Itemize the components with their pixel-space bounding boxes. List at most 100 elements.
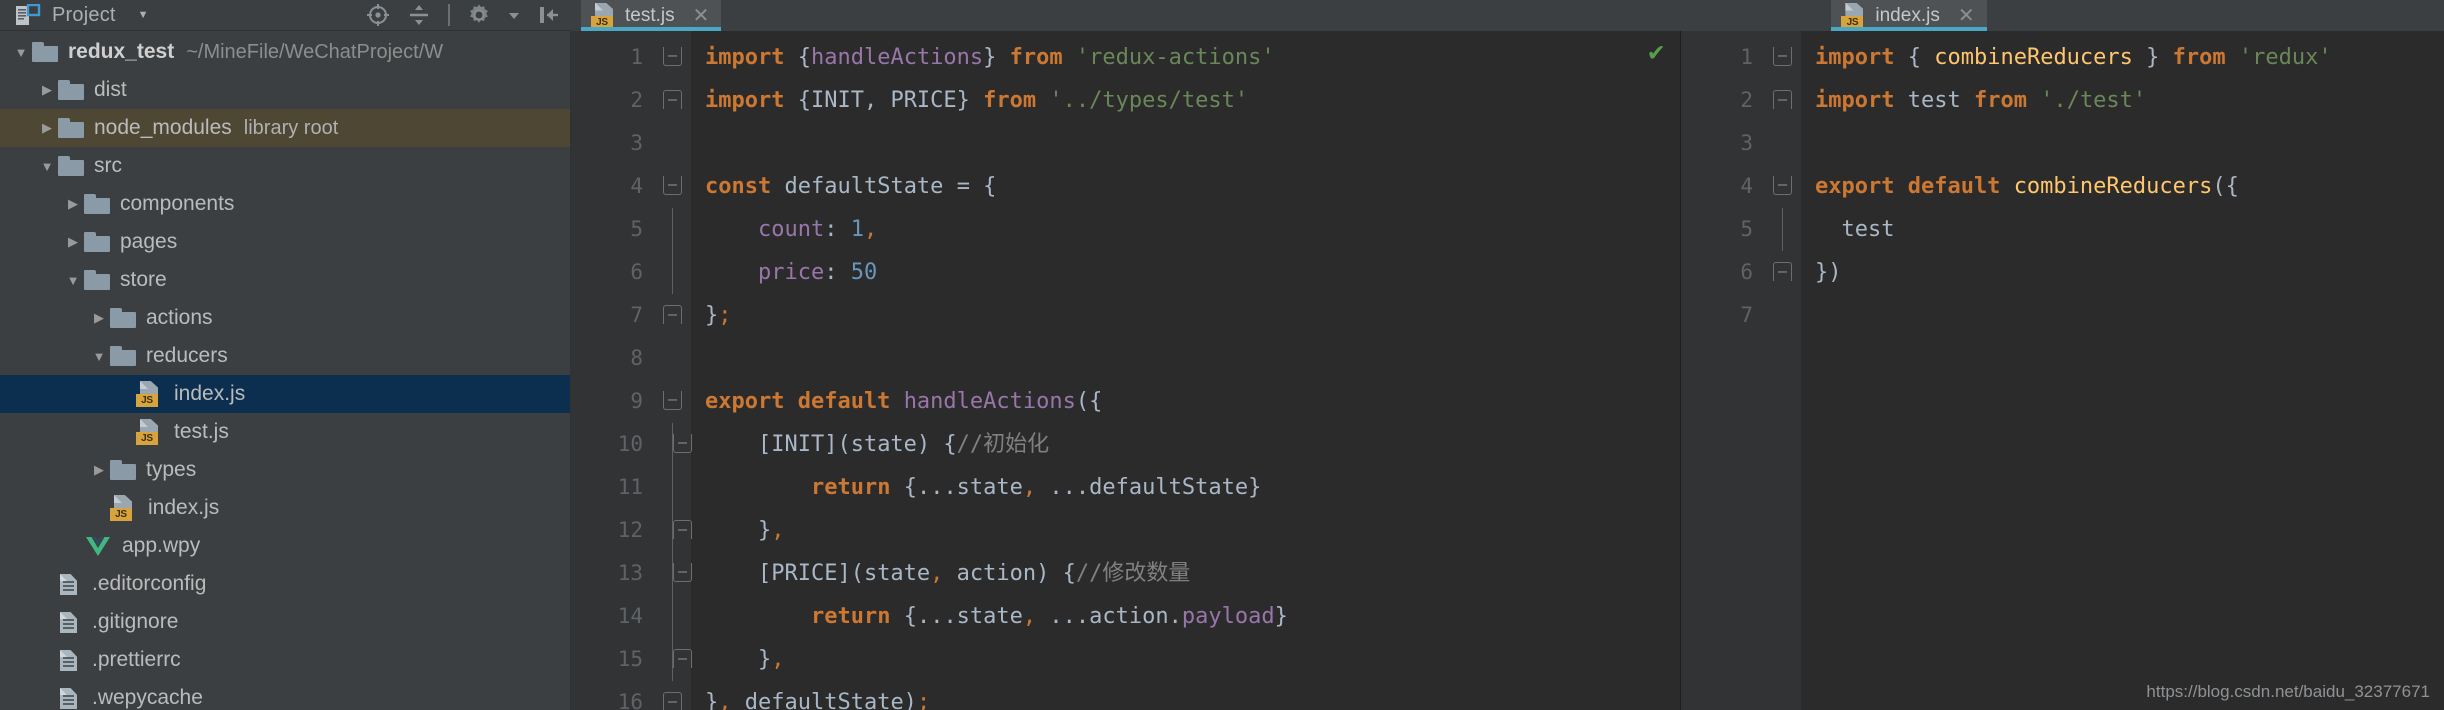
line-number: 7: [630, 303, 643, 327]
folder-icon: [84, 194, 110, 214]
tree-row-reducers[interactable]: ▼ reducers: [0, 337, 570, 375]
code-folding-gutter-left[interactable]: – – – – – – – – – –: [657, 31, 692, 710]
tab-index-js[interactable]: JS index.js ✕: [1831, 0, 1987, 31]
tree-item-label: index.js: [174, 382, 246, 405]
fold-marker-icon[interactable]: –: [663, 391, 682, 410]
js-file-icon: JS: [136, 381, 162, 407]
tree-item-label: store: [120, 268, 167, 291]
project-tree[interactable]: ▼ redux_test ~/MineFile/WeChatProject/W …: [0, 31, 571, 710]
tree-row-wepycache[interactable]: .wepycache: [0, 679, 570, 710]
tree-row-reducers-index-js[interactable]: JS index.js: [0, 375, 570, 413]
line-number-gutter-right: 1 2 3 4 5 6 7: [1681, 31, 1767, 710]
fold-marker-icon[interactable]: –: [673, 434, 692, 453]
code-line: import {handleActions} from 'redux-actio…: [705, 45, 1275, 70]
fold-marker-icon[interactable]: –: [1773, 90, 1792, 109]
line-number: 1: [1740, 45, 1753, 69]
chevron-right-icon[interactable]: ▶: [88, 462, 110, 478]
editor-index-js[interactable]: 1 2 3 4 5 6 7 – – – – import {combineRe…: [1681, 31, 2444, 710]
tree-row-actions[interactable]: ▶ actions: [0, 299, 570, 337]
settings-gear-icon[interactable]: [467, 3, 491, 27]
tree-row-editorconfig[interactable]: .editorconfig: [0, 565, 570, 603]
folder-icon: [110, 346, 136, 366]
tree-item-label: pages: [120, 230, 178, 253]
line-number: 2: [630, 88, 643, 112]
tree-row-types[interactable]: ▶ types: [0, 451, 570, 489]
line-number: 3: [630, 131, 643, 155]
fold-guide-line: [672, 595, 673, 638]
folder-icon: [84, 232, 110, 252]
tab-test-js[interactable]: JS test.js ✕: [581, 0, 722, 31]
tree-row-dist[interactable]: ▶ dist: [0, 71, 570, 109]
tree-row-node-modules[interactable]: ▶ node_modules library root: [0, 109, 570, 147]
tree-row-store[interactable]: ▼ store: [0, 261, 570, 299]
locate-icon[interactable]: [366, 3, 390, 27]
tree-row-src[interactable]: ▼ src: [0, 147, 570, 185]
fold-marker-icon[interactable]: –: [663, 90, 682, 109]
folder-icon: [32, 42, 58, 62]
hide-panel-icon[interactable]: [537, 3, 561, 27]
code-folding-gutter-right[interactable]: – – – –: [1767, 31, 1801, 710]
dropdown-caret-icon[interactable]: ▼: [138, 9, 149, 21]
folder-icon: [84, 270, 110, 290]
fold-marker-icon[interactable]: –: [663, 692, 682, 710]
tree-row-prettierrc[interactable]: .prettierrc: [0, 641, 570, 679]
gear-caret-icon[interactable]: [508, 3, 520, 27]
code-line: price: 50: [757, 260, 878, 285]
code-line: },: [757, 647, 785, 672]
tree-row-store-index-js[interactable]: JS index.js: [0, 489, 570, 527]
tree-row-components[interactable]: ▶ components: [0, 185, 570, 223]
chevron-right-icon[interactable]: ▶: [62, 196, 84, 212]
close-icon[interactable]: ✕: [693, 6, 710, 26]
tree-row-app-wpy[interactable]: app.wpy: [0, 527, 570, 565]
code-content-left[interactable]: import {handleActions} from 'redux-actio…: [691, 31, 1680, 710]
editor-test-js[interactable]: 1 2 3 4 5 6 7 8 9 10 11 12 13 14 15 16 –…: [571, 31, 1681, 710]
checkmark-icon: ✔: [1648, 37, 1664, 67]
project-panel-toolbar: Project ▼: [0, 0, 571, 31]
fold-marker-icon[interactable]: –: [673, 563, 692, 582]
collapse-all-icon[interactable]: [407, 3, 431, 27]
toolbar-divider: [448, 4, 450, 26]
text-file-icon: [58, 572, 80, 596]
close-icon[interactable]: ✕: [1958, 6, 1975, 26]
folder-icon: [110, 460, 136, 480]
line-number: 10: [617, 432, 643, 456]
fold-marker-icon[interactable]: –: [673, 649, 692, 668]
tree-row-pages[interactable]: ▶ pages: [0, 223, 570, 261]
js-file-icon: JS: [136, 419, 162, 445]
chevron-down-icon[interactable]: ▼: [10, 45, 32, 60]
chevron-down-icon[interactable]: ▼: [62, 273, 84, 288]
watermark-text: https://blog.csdn.net/baidu_32377671: [2146, 682, 2430, 701]
code-content-right[interactable]: import { combineReducers } from 'redux' …: [1801, 31, 2444, 710]
tree-item-label: index.js: [148, 496, 220, 519]
chevron-right-icon[interactable]: ▶: [36, 82, 58, 98]
line-number: 4: [630, 174, 643, 198]
fold-marker-icon[interactable]: –: [1773, 262, 1792, 281]
chevron-down-icon[interactable]: ▼: [88, 349, 110, 364]
fold-marker-icon[interactable]: –: [663, 176, 682, 195]
code-line: };: [705, 303, 732, 328]
chevron-right-icon[interactable]: ▶: [62, 234, 84, 250]
fold-marker-icon[interactable]: –: [663, 305, 682, 324]
chevron-right-icon[interactable]: ▶: [88, 310, 110, 326]
project-panel-title: Project: [52, 3, 116, 26]
main-body: ▼ redux_test ~/MineFile/WeChatProject/W …: [0, 31, 2444, 710]
folder-icon: [58, 80, 84, 100]
tree-item-label: test.js: [174, 420, 229, 443]
fold-marker-icon[interactable]: –: [1773, 176, 1792, 195]
tree-row-reducers-test-js[interactable]: JS test.js: [0, 413, 570, 451]
fold-marker-icon[interactable]: –: [673, 520, 692, 539]
tree-row-gitignore[interactable]: .gitignore: [0, 603, 570, 641]
tree-row-redux-test[interactable]: ▼ redux_test ~/MineFile/WeChatProject/W: [0, 33, 570, 71]
fold-guide-line: [672, 208, 673, 251]
chevron-right-icon[interactable]: ▶: [36, 120, 58, 136]
fold-marker-icon[interactable]: –: [663, 47, 682, 66]
fold-marker-icon[interactable]: –: [1773, 47, 1792, 66]
code-line: const defaultState = {: [705, 174, 997, 199]
chevron-down-icon[interactable]: ▼: [36, 159, 58, 174]
code-line: test: [1841, 217, 1895, 242]
folder-icon: [110, 308, 136, 328]
line-number: 7: [1740, 303, 1753, 327]
line-number: 14: [617, 604, 643, 628]
